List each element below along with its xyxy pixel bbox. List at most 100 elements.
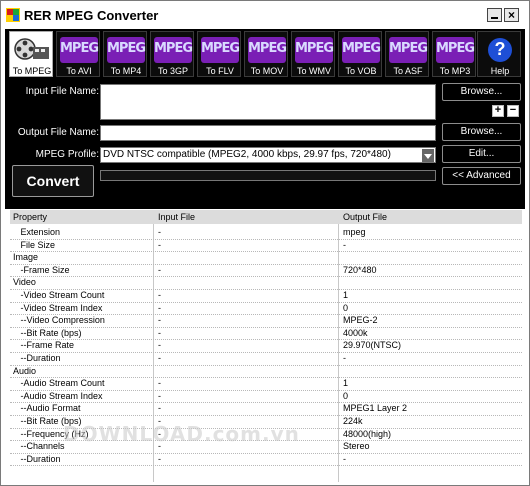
table-cell	[155, 365, 343, 378]
toolbar-button-to-3gp[interactable]: MPEG To 3GP	[150, 31, 194, 77]
table-row[interactable]: -Audio Stream Index - 0	[10, 390, 522, 403]
mpeg-profile-select[interactable]: DVD NTSC compatible (MPEG2, 4000 kbps, 2…	[100, 147, 436, 163]
toolbar-button-label: To MPEG	[12, 66, 52, 76]
film-reel-icon	[13, 37, 51, 63]
toolbar-button-to-mp3[interactable]: MPEG To MP3	[432, 31, 476, 77]
mpeg-badge-icon: MPEG	[60, 37, 99, 63]
window-title: RER MPEG Converter	[24, 8, 159, 23]
table-cell	[340, 365, 522, 378]
toolbar-button-to-mpeg[interactable]: To MPEG	[9, 31, 53, 77]
column-header[interactable]: Property	[10, 210, 156, 224]
table-cell: 4000k	[343, 327, 368, 338]
minimize-button[interactable]	[487, 8, 502, 22]
table-cell: --Duration	[13, 453, 61, 464]
table-row[interactable]: Video	[10, 276, 522, 289]
convert-button[interactable]: Convert	[12, 165, 94, 197]
table-row[interactable]: -Audio Stream Count - 1	[10, 377, 522, 390]
toolbar-button-label: Help	[490, 66, 510, 76]
chevron-down-icon[interactable]	[422, 149, 434, 162]
row-divider	[10, 465, 522, 467]
table-row[interactable]: --Bit Rate (bps) - 4000k	[10, 327, 522, 340]
toolbar-button-to-asf[interactable]: MPEG To ASF	[385, 31, 429, 77]
app-window: RER MPEG Converter × To MPEG MPEG To AVI MP…	[0, 0, 530, 486]
toolbar-button-help[interactable]: ? Help	[477, 31, 521, 77]
toolbar-button-label: To MP4	[110, 66, 142, 76]
toolbar-button-to-flv[interactable]: MPEG To FLV	[197, 31, 241, 77]
toolbar-button-label: To ASF	[393, 66, 423, 76]
table-row[interactable]: --Frame Rate - 29.970(NTSC)	[10, 339, 522, 352]
table-cell: -	[158, 239, 161, 250]
table-cell: 0	[343, 302, 349, 313]
close-button[interactable]: ×	[504, 8, 519, 22]
toolbar-button-to-mov[interactable]: MPEG To MOV	[244, 31, 288, 77]
browse-output-button[interactable]: Browse...	[442, 123, 521, 141]
table-cell: -Video Stream Count	[13, 290, 105, 300]
table-cell: --Bit Rate (bps)	[13, 327, 82, 338]
column-header[interactable]: Input File	[155, 210, 343, 224]
table-row[interactable]: --Audio Format - MPEG1 Layer 2	[10, 402, 522, 415]
table-cell: 1	[343, 290, 349, 300]
toolbar-button-label: To FLV	[206, 66, 234, 76]
mpeg-badge-text: MPEG	[436, 41, 475, 56]
table-header-row: Property Input File Output File	[10, 210, 522, 224]
mpeg-badge-text: MPEG	[154, 41, 193, 56]
mpeg-badge-text: MPEG	[60, 41, 99, 56]
table-row[interactable]: Audio	[10, 365, 522, 378]
minimize-icon	[491, 17, 498, 19]
table-row[interactable]: --Video Compression - MPEG-2	[10, 314, 522, 327]
table-cell: -Video Stream Index	[13, 302, 103, 313]
mpeg-badge-icon: MPEG	[342, 37, 381, 63]
advanced-button[interactable]: << Advanced	[442, 167, 521, 185]
table-row[interactable]: --Duration - -	[10, 352, 522, 365]
table-cell: -	[343, 353, 346, 363]
table-cell: -Audio Stream Count	[13, 378, 105, 389]
column-header[interactable]: Output File	[340, 210, 522, 224]
table-row[interactable]: -Video Stream Index - 0	[10, 302, 522, 315]
progress-bar	[100, 170, 436, 181]
table-row[interactable]: --Duration - -	[10, 453, 522, 466]
table-cell: -	[158, 302, 161, 313]
table-cell: File Size	[13, 239, 56, 250]
mpeg-badge-text: MPEG	[295, 41, 334, 56]
table-cell: -Audio Stream Index	[13, 390, 103, 401]
mpeg-badge-icon: MPEG	[107, 37, 146, 63]
input-file-field[interactable]	[100, 84, 436, 120]
control-panel: To MPEG MPEG To AVI MPEG To MP4 MPEG To 3GP MPE…	[5, 29, 525, 209]
table-cell: MPEG-2	[343, 315, 378, 326]
mpeg-badge-icon: MPEG	[295, 37, 334, 63]
output-file-label: Output File Name:	[17, 127, 99, 138]
mpeg-badge-text: MPEG	[389, 41, 428, 56]
table-row[interactable]: -Video Stream Count - 1	[10, 289, 522, 302]
output-file-field[interactable]	[100, 125, 436, 141]
browse-input-button[interactable]: Browse...	[442, 83, 521, 101]
table-cell: -	[343, 453, 346, 464]
toolbar-button-label: To VOB	[345, 66, 377, 76]
table-cell: 48000(high)	[343, 428, 392, 439]
table-cell: 720*480	[343, 264, 377, 275]
edit-profile-button[interactable]: Edit...	[442, 145, 521, 163]
toolbar-button-to-vob[interactable]: MPEG To VOB	[338, 31, 382, 77]
table-row[interactable]: Image	[10, 251, 522, 264]
mpeg-badge-text: MPEG	[201, 41, 240, 56]
table-cell: -	[158, 378, 161, 389]
toolbar-button-to-avi[interactable]: MPEG To AVI	[56, 31, 100, 77]
add-file-button[interactable]: +	[492, 105, 504, 117]
title-bar[interactable]: RER MPEG Converter ×	[1, 1, 529, 29]
mpeg-badge-text: MPEG	[342, 41, 381, 56]
toolbar-button-to-wmv[interactable]: MPEG To WMV	[291, 31, 335, 77]
toolbar-button-label: To 3GP	[157, 66, 188, 76]
table-cell	[155, 276, 343, 289]
table-cell: Video	[13, 277, 36, 288]
mpeg-profile-label: MPEG Profile:	[35, 149, 99, 160]
table-cell: -	[158, 264, 161, 275]
remove-file-button[interactable]: −	[507, 105, 519, 117]
help-glyph: ?	[494, 39, 506, 59]
table-cell: Extension	[13, 227, 61, 237]
table-row[interactable]: File Size - -	[10, 239, 522, 252]
table-cell: --Frame Rate	[13, 340, 75, 351]
toolbar-button-to-mp4[interactable]: MPEG To MP4	[103, 31, 147, 77]
table-cell: --Video Compression	[13, 315, 105, 326]
table-cell: --Duration	[13, 353, 61, 363]
table-row[interactable]: Extension - mpeg	[10, 226, 522, 239]
table-row[interactable]: -Frame Size - 720*480	[10, 264, 522, 277]
